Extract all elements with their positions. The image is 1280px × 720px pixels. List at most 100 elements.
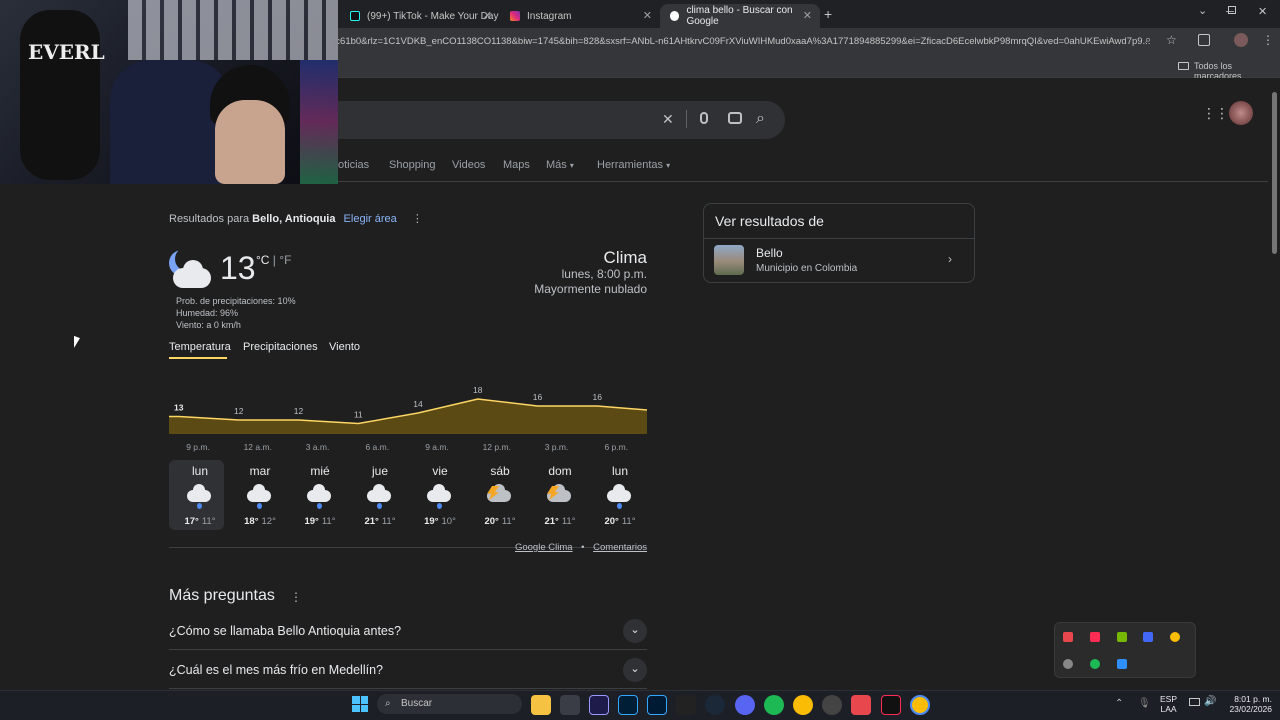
tab-tiktok[interactable]: (99+) TikTok - Make Your Day ✕ [340, 4, 500, 28]
rain-cloud-icon [605, 484, 635, 510]
taskbar [0, 690, 1280, 720]
close-window-button[interactable]: ✕ [1258, 5, 1267, 18]
unit-toggle[interactable]: °C | °F [256, 253, 291, 267]
steam-icon[interactable] [705, 695, 725, 715]
close-tab-icon[interactable]: ✕ [483, 9, 492, 22]
epic-games-icon[interactable] [676, 695, 696, 715]
tiktok-icon[interactable] [881, 695, 901, 715]
spotify-icon[interactable] [764, 695, 784, 715]
close-tab-icon[interactable]: ✕ [643, 9, 652, 22]
windows-start-icon[interactable] [352, 696, 368, 712]
forecast-day[interactable]: sáb 20° 11° [470, 464, 530, 534]
discord-icon[interactable] [735, 695, 755, 715]
chevron-right-icon[interactable]: › [948, 252, 952, 266]
tab-shopping[interactable]: Shopping [389, 159, 436, 171]
photoshop-icon[interactable] [618, 695, 638, 715]
forecast-day-name: mar [249, 464, 271, 478]
chrome-icon[interactable] [1170, 632, 1180, 642]
clear-search-icon[interactable]: ✕ [662, 111, 674, 128]
chevron-down-icon[interactable]: ⌄ [623, 618, 647, 643]
spotify-icon[interactable] [1090, 659, 1100, 669]
taskbar-search[interactable]: ⌕ Buscar [377, 694, 522, 714]
entity-name[interactable]: Bello [756, 246, 783, 260]
forecast-row: lun 17° 11° mar 18° 12° mié 19° 11° jue 21° 11° vie 1… [170, 464, 650, 534]
maximize-button[interactable] [1228, 6, 1236, 14]
rain-cloud-icon [305, 484, 335, 510]
more-options-icon[interactable]: ⋮ [290, 590, 302, 604]
address-bar[interactable]: 1c61b0&rlz=1C1VDKB_enCO1138CO1138&biw=17… [330, 32, 1160, 52]
punching-bag: EVERL [20, 10, 105, 180]
network-icon[interactable] [1189, 698, 1200, 706]
temperature-data-label: 16 [593, 392, 603, 402]
folder-icon [1178, 62, 1189, 70]
forecast-day[interactable]: dom 21° 11° [530, 464, 590, 534]
tab-google-search[interactable]: clima bello - Buscar con Google ✕ [660, 4, 820, 28]
profile-avatar[interactable] [1234, 33, 1248, 47]
tab-herramientas[interactable]: Herramientas ▾ [597, 159, 670, 171]
language-indicator[interactable]: ESP LAA [1160, 694, 1177, 714]
tab-mas[interactable]: Más ▾ [546, 159, 574, 171]
file-explorer-icon[interactable] [531, 695, 551, 715]
obs-icon[interactable] [822, 695, 842, 715]
meta-icon[interactable] [1143, 632, 1153, 642]
forecast-day[interactable]: mar 18° 12° [230, 464, 290, 534]
chrome-icon[interactable] [793, 695, 813, 715]
chevron-down-icon[interactable]: ⌄ [623, 657, 647, 682]
active-tab-indicator [169, 357, 227, 359]
nvidia-icon[interactable] [1117, 632, 1127, 642]
tab-videos[interactable]: Videos [452, 159, 485, 171]
weather-datetime: lunes, 8:00 p.m. [561, 267, 647, 281]
tab-precipitaciones[interactable]: Precipitaciones [243, 341, 318, 353]
volume-icon[interactable]: 🔊 [1204, 696, 1216, 707]
obs-icon[interactable] [1063, 659, 1073, 669]
new-tab-button[interactable]: + [824, 6, 832, 22]
tab-instagram[interactable]: Instagram ✕ [500, 4, 660, 28]
tab-maps[interactable]: Maps [503, 159, 530, 171]
forecast-day-name: vie [432, 464, 448, 478]
chevron-down-icon[interactable]: ⌄ [1198, 4, 1207, 17]
avatar[interactable] [1229, 101, 1253, 125]
tab-viento[interactable]: Viento [329, 341, 360, 353]
tiktok-icon[interactable] [1090, 632, 1100, 642]
clock[interactable]: 8:01 p. m. 23/02/2026 [1222, 694, 1272, 714]
extensions-icon[interactable] [1198, 34, 1210, 46]
forecast-temps: 19° 10° [424, 516, 456, 527]
tab-noticias[interactable]: oticias [338, 159, 369, 171]
forecast-day[interactable]: lun 20° 11° [590, 464, 650, 534]
forecast-day[interactable]: mié 19° 11° [290, 464, 350, 534]
forecast-day[interactable]: jue 21° 11° [350, 464, 410, 534]
chevron-up-icon[interactable]: ⌃ [1115, 698, 1123, 709]
tab-temperatura[interactable]: Temperatura [169, 341, 231, 353]
microphone-icon[interactable] [700, 112, 708, 124]
temperature-data-label: 13 [174, 403, 184, 413]
forecast-day[interactable]: lun 17° 11° [170, 464, 230, 534]
chrome-active-icon[interactable] [910, 695, 930, 715]
search-input[interactable] [330, 101, 785, 139]
choose-area-link[interactable]: Elegir área [344, 213, 397, 225]
instagram-icon [510, 11, 520, 21]
city-thumbnail[interactable] [714, 245, 744, 275]
microphone-icon[interactable]: 🎙 [1138, 698, 1151, 709]
forecast-day[interactable]: vie 19° 10° [410, 464, 470, 534]
lightroom-icon[interactable] [647, 695, 667, 715]
search-icon[interactable]: ⌕ [756, 110, 765, 128]
camera-lens-icon[interactable] [728, 112, 742, 124]
tray-app-icon[interactable] [1063, 632, 1073, 642]
bookmark-star-icon[interactable]: ☆ [1166, 33, 1177, 47]
scrollbar-thumb[interactable] [1272, 92, 1277, 254]
premiere-icon[interactable] [589, 695, 609, 715]
feedback-link[interactable]: Comentarios [593, 542, 647, 553]
close-tab-icon[interactable]: ✕ [803, 9, 812, 22]
menu-kebab-icon[interactable]: ⋮ [1262, 33, 1274, 47]
chevron-down-icon: ▾ [666, 161, 671, 170]
app-icon[interactable] [560, 695, 580, 715]
temperature-data-label: 12 [294, 406, 304, 416]
weather-condition: Mayormente nublado [534, 282, 647, 296]
app-icon[interactable] [851, 695, 871, 715]
question-row[interactable]: ¿Cómo se llamaba Bello Antioquia antes? … [169, 612, 647, 650]
more-options-icon[interactable]: ⋮ [412, 213, 423, 225]
question-row[interactable]: ¿Cuál es el mes más frío en Medellín? ⌄ [169, 651, 647, 689]
zoom-icon[interactable]: ⌕ [1145, 34, 1151, 47]
google-clima-link[interactable]: Google Clima [515, 542, 573, 553]
bluetooth-icon[interactable] [1117, 659, 1127, 669]
